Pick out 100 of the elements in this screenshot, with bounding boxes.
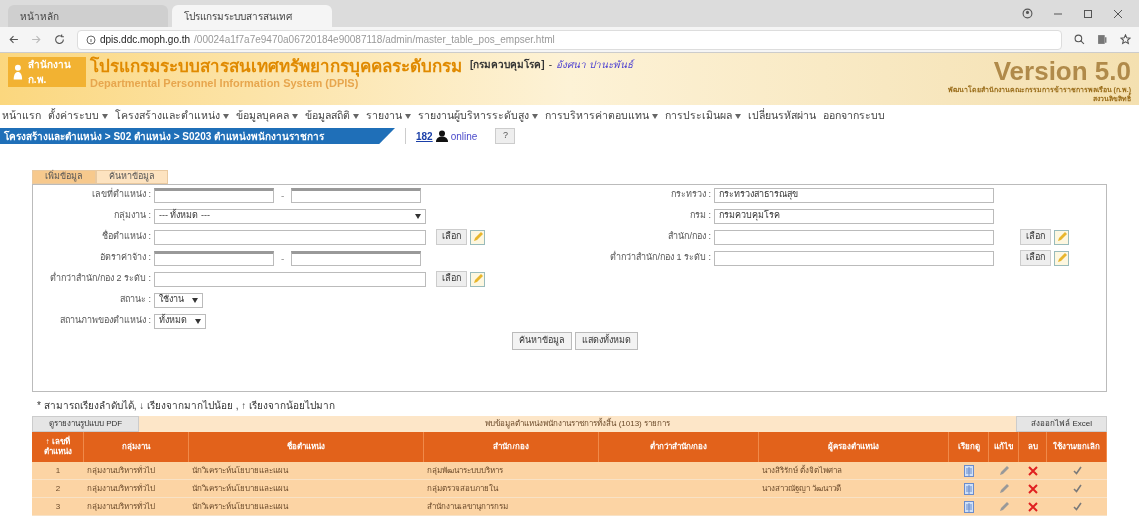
field-label: อัตราค่าจ้าง :: [99, 251, 151, 265]
view-icon[interactable]: [964, 482, 974, 495]
field-label: กลุ่มงาน :: [113, 209, 151, 223]
field-label: กรม :: [689, 209, 711, 223]
close-icon[interactable]: [1113, 8, 1123, 19]
pencil-icon[interactable]: [998, 501, 1010, 512]
select-button[interactable]: เลือก: [1020, 229, 1051, 245]
check-icon[interactable]: [1072, 502, 1082, 511]
menu-item[interactable]: การประเมินผล: [665, 108, 741, 124]
delete-icon[interactable]: [1028, 483, 1038, 494]
field-label: ต่ำกว่าสำนัก/กอง 2 ระดับ :: [49, 272, 151, 286]
input-field[interactable]: [714, 250, 994, 266]
form-button[interactable]: แสดงทั้งหมด: [574, 332, 638, 350]
field-label: กระทรวง :: [670, 188, 711, 202]
pencil-icon[interactable]: [998, 483, 1010, 494]
forward-icon[interactable]: [31, 34, 42, 45]
table-cell-text: นักวิเคราะห์นโยบายและแผน: [191, 464, 290, 477]
input-field[interactable]: กรมควบคุมโรค: [714, 208, 994, 224]
online-label: online: [450, 129, 478, 144]
caret-icon: [195, 318, 201, 324]
excel-button[interactable]: ส่งออกไฟล์ Excel: [1016, 416, 1107, 432]
zoom-icon[interactable]: [1074, 34, 1085, 45]
back-icon[interactable]: [8, 34, 19, 45]
caret-icon: [223, 113, 229, 119]
system-title: โปรแกรมระบบสารสนเทศทรัพยากรบุคคลระดับกรม: [90, 57, 462, 77]
input-field[interactable]: [714, 229, 994, 245]
caret-icon: [532, 113, 538, 119]
dropdown-field[interactable]: ใช้งาน: [154, 292, 203, 308]
delete-icon[interactable]: [1028, 501, 1038, 512]
help-button[interactable]: ?: [495, 128, 516, 144]
input-field[interactable]: กระทรวงสาธารณสุข: [714, 187, 994, 203]
caret-icon: [353, 113, 359, 119]
field-label: สถานภาพของตำแหน่ง :: [59, 314, 151, 328]
caret-icon: [192, 297, 198, 303]
table-cell-text: นางสิริรักษ์ ตั้งจิตไพศาล: [761, 464, 844, 477]
edit-icon[interactable]: [470, 229, 485, 245]
separator-text: -: [548, 58, 552, 72]
caret-icon: [652, 113, 658, 119]
menu-item[interactable]: เปลี่ยนรหัสผ่าน: [748, 108, 816, 124]
field-label: สำนัก/กอง :: [667, 230, 711, 244]
menu-item[interactable]: ข้อมูลบุคคล: [236, 108, 298, 124]
pencil-icon[interactable]: [998, 465, 1010, 476]
form-tab[interactable]: ค้นหาข้อมูล: [96, 170, 168, 184]
account-icon[interactable]: [1022, 8, 1033, 19]
edit-icon[interactable]: [1054, 250, 1069, 266]
table-cell-text: นางสาวณัฐญา วัฒนาวดี: [761, 482, 843, 495]
input-field[interactable]: [291, 250, 422, 266]
edit-icon[interactable]: [1054, 229, 1069, 245]
online-count-link[interactable]: 182: [416, 128, 433, 144]
caret-icon: [405, 113, 411, 119]
table-cell-text: 2: [54, 482, 62, 495]
check-icon[interactable]: [1072, 466, 1082, 475]
menu-item[interactable]: รายงาน: [366, 108, 411, 124]
select-button[interactable]: เลือก: [436, 229, 467, 245]
version-label: Version 5.0: [993, 57, 1131, 85]
input-field[interactable]: [154, 250, 274, 266]
menu-item[interactable]: โครงสร้างและตำแหน่ง: [115, 108, 229, 124]
system-subtitle: Departmental Personnel Information System (DPIS): [90, 77, 360, 90]
select-button[interactable]: เลือก: [1020, 250, 1051, 266]
table-cell-text: กลุ่มงานบริหารทั่วไป: [86, 500, 156, 513]
view-icon[interactable]: [964, 464, 974, 477]
reload-icon[interactable]: [54, 34, 65, 45]
delete-icon[interactable]: [1028, 465, 1038, 476]
check-icon[interactable]: [1072, 484, 1082, 493]
input-field[interactable]: [154, 271, 426, 287]
menu-item[interactable]: ข้อมูลสถิติ: [305, 108, 359, 124]
dropdown-field[interactable]: --- ทั้งหมด ---: [154, 208, 426, 224]
star-icon[interactable]: [1120, 34, 1131, 45]
menu-item[interactable]: ตั้งค่าระบบ: [48, 108, 108, 124]
form-tab[interactable]: เพิ่มข้อมูล: [32, 170, 96, 184]
pdf-button[interactable]: ดูรายงานรูปแบบ PDF: [32, 416, 140, 432]
select-button[interactable]: เลือก: [436, 271, 467, 287]
edit-icon[interactable]: [470, 271, 485, 287]
field-label: ชื่อตำแหน่ง :: [101, 230, 151, 244]
logo-text: สำนักงาน ก.พ.: [27, 58, 72, 87]
caret-icon: [735, 113, 741, 119]
input-field[interactable]: [291, 187, 422, 203]
dropdown-field[interactable]: ทั้งหมด: [154, 313, 206, 329]
menu-item[interactable]: การบริหารค่าตอบแทน: [545, 108, 658, 124]
caret-icon: [102, 113, 108, 119]
menu-item[interactable]: ออกจากระบบ: [823, 108, 885, 124]
info-icon[interactable]: [86, 34, 96, 45]
browser-tab[interactable]: หน้าหลัก: [8, 5, 168, 27]
user-name: อังศนา ปานะพันธ์: [556, 58, 633, 72]
breadcrumb-text: โครงสร้างและตำแหน่ง > S02 ตำแหน่ง > S0203 ตำแหน่งพนักงานราชการ: [4, 129, 325, 144]
form-button[interactable]: ค้นหาข้อมูล: [511, 332, 572, 350]
input-field[interactable]: [154, 187, 274, 203]
address-bar[interactable]: dpis.ddc.moph.go.th /00024a1f7a7e9470a06720184e90087118/admin/master_table_pos_empser.html: [77, 29, 1062, 50]
caret-icon: [415, 213, 421, 219]
menu-item[interactable]: หน้าแรก: [2, 108, 41, 124]
menu-item[interactable]: รายงานผู้บริหารระดับสูง: [418, 108, 538, 124]
input-field[interactable]: [154, 229, 426, 245]
field-label: เลขที่ตำแหน่ง :: [91, 188, 151, 202]
result-count: พบข้อมูลตำแหน่งพนักงานราชการทั้งสิ้น (1013) รายการ: [485, 418, 670, 430]
browser-tab[interactable]: โปรแกรมระบบสารสนเทศ: [172, 5, 332, 27]
emblem-icon: [12, 62, 24, 82]
dash-text: -: [280, 188, 286, 203]
dash-text: -: [280, 251, 286, 266]
view-icon[interactable]: [964, 500, 974, 513]
maximize-icon[interactable]: [1083, 8, 1093, 19]
